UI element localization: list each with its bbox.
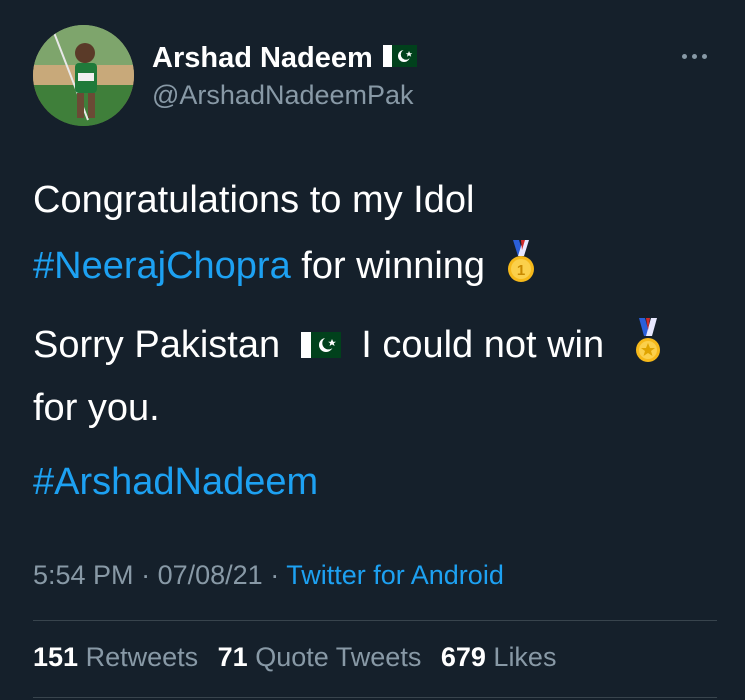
avatar[interactable] — [33, 25, 134, 126]
more-options-icon[interactable] — [682, 50, 714, 62]
tweet-source-app[interactable]: Twitter for Android — [286, 560, 504, 590]
divider — [33, 620, 717, 621]
pakistan-flag-icon — [300, 324, 341, 370]
svg-text:1: 1 — [516, 262, 524, 279]
medal-icon — [633, 318, 663, 376]
tweet-date[interactable]: 07/08/21 — [158, 560, 263, 590]
tweet-line-5: #ArshadNadeem — [33, 460, 318, 506]
quote-tweets-stat[interactable]: 71 Quote Tweets — [218, 642, 422, 672]
retweets-stat[interactable]: 151 Retweets — [33, 642, 198, 672]
hashtag-arshadnadeem[interactable]: #ArshadNadeem — [33, 461, 318, 503]
tweet-time[interactable]: 5:54 PM — [33, 560, 134, 590]
tweet-line-4: for you. — [33, 387, 160, 429]
tweet-meta: 5:54 PM · 07/08/21 · Twitter for Android — [33, 560, 504, 591]
user-handle[interactable]: @ArshadNadeemPak — [152, 80, 414, 111]
separator: · — [270, 560, 280, 590]
gold-medal-1st-icon: 1 — [504, 240, 538, 296]
tweet-line-1: Congratulations to my Idol — [33, 179, 475, 221]
hashtag-neerajchopra[interactable]: #NeerajChopra — [33, 245, 291, 287]
separator: · — [141, 560, 151, 590]
divider — [33, 697, 717, 698]
likes-stat[interactable]: 679 Likes — [441, 642, 557, 672]
avatar-photo — [33, 25, 134, 126]
user-name[interactable]: Arshad Nadeem — [152, 42, 417, 75]
pakistan-flag-icon — [382, 42, 417, 75]
tweet-stats: 151 Retweets 71 Quote Tweets 679 Likes — [33, 642, 556, 673]
tweet-line-3: Sorry Pakistan I could not win — [33, 318, 663, 376]
tweet-text: for winning — [301, 244, 486, 287]
tweet-line-2: #NeerajChopra for winning 1 — [33, 240, 538, 296]
